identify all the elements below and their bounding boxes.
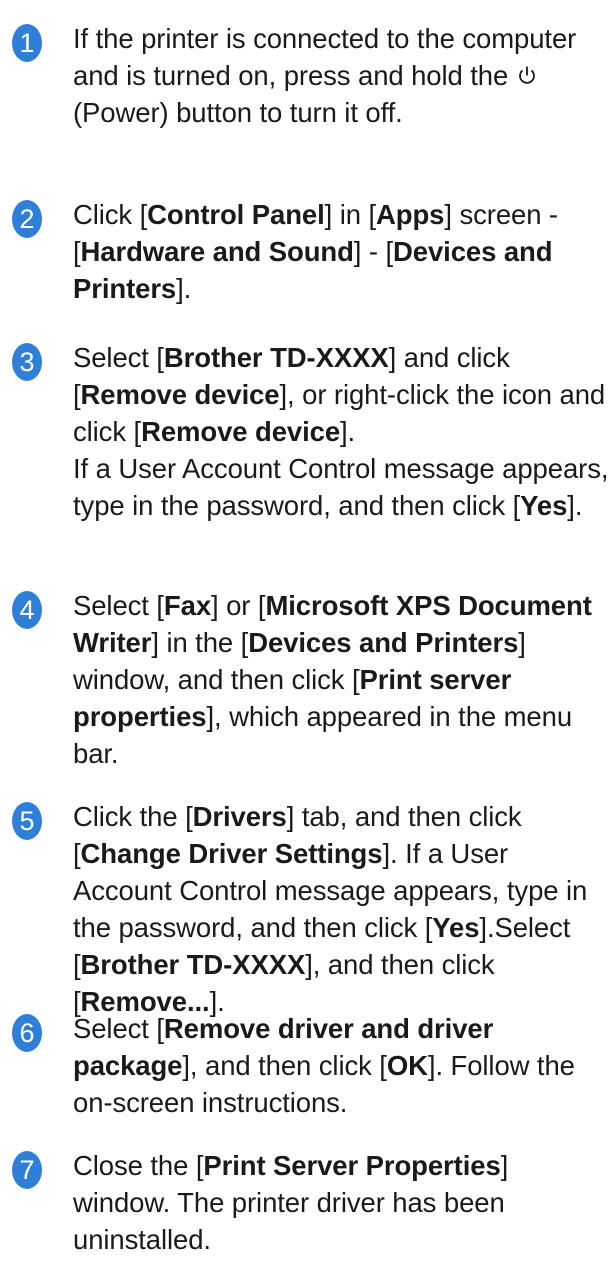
- ui-term: Apps: [376, 199, 445, 230]
- step-text: Click [Control Panel] in [Apps] screen -…: [73, 196, 611, 307]
- ui-term: Change Driver Settings: [80, 838, 383, 869]
- ui-term: Remove device: [141, 416, 341, 447]
- step-number-badge: 5: [12, 802, 42, 840]
- step-number-badge: 4: [12, 591, 42, 629]
- step-text: If the printer is connected to the compu…: [73, 20, 611, 131]
- power-icon: [516, 60, 538, 91]
- ui-term: Brother TD-XXXX: [163, 342, 389, 373]
- ui-term: Drivers: [192, 801, 287, 832]
- step-text-run: Select [: [73, 590, 164, 621]
- ui-term: Devices and Printers: [248, 627, 519, 658]
- step-text-run: ], and then click [: [182, 1050, 387, 1081]
- step-text-run: Select [: [73, 1013, 164, 1044]
- ui-term: Brother TD-XXXX: [80, 949, 306, 980]
- step-text: Select [Remove driver and driver package…: [73, 1010, 611, 1121]
- step-text: Select [Fax] or [Microsoft XPS Document …: [73, 587, 611, 772]
- ui-term: Yes: [432, 912, 480, 943]
- step-text-run: ] in the [: [151, 627, 249, 658]
- step-text: Click the [Drivers] tab, and then click …: [73, 798, 611, 1020]
- step-number-badge: 1: [12, 24, 42, 62]
- ui-term: Fax: [163, 590, 212, 621]
- ui-term: OK: [386, 1050, 428, 1081]
- step-text-run: If the printer is connected to the compu…: [73, 23, 577, 91]
- ui-term: Yes: [520, 490, 568, 521]
- step-text-run: (Power) button to turn it off.: [73, 97, 403, 128]
- ui-term: Remove device: [80, 379, 280, 410]
- ui-term: Hardware and Sound: [80, 236, 354, 267]
- step-text-run: ].: [340, 416, 356, 447]
- step-number-badge: 3: [12, 343, 42, 381]
- step-text-run: ] or [: [211, 590, 266, 621]
- step-text-run: ].: [176, 273, 192, 304]
- step-text-run: Click the [: [73, 801, 193, 832]
- instruction-steps: 1 If the printer is connected to the com…: [0, 0, 614, 1279]
- step-text-run: Select [: [73, 342, 164, 373]
- step-number-badge: 7: [12, 1151, 42, 1189]
- step-text: Close the [Print Server Properties] wind…: [73, 1147, 611, 1258]
- step-number-badge: 2: [12, 200, 42, 238]
- step-text-run: ] in [: [324, 199, 377, 230]
- step-number-badge: 6: [12, 1014, 42, 1052]
- step-text-run: Click [: [73, 199, 148, 230]
- step-text-run: ] - [: [353, 236, 394, 267]
- step-text-run: ].: [567, 490, 583, 521]
- ui-term: Print Server Properties: [203, 1150, 501, 1181]
- step-text-run: Close the [: [73, 1150, 204, 1181]
- ui-term: Control Panel: [147, 199, 325, 230]
- step-text: Select [Brother TD-XXXX] and click [Remo…: [73, 339, 611, 524]
